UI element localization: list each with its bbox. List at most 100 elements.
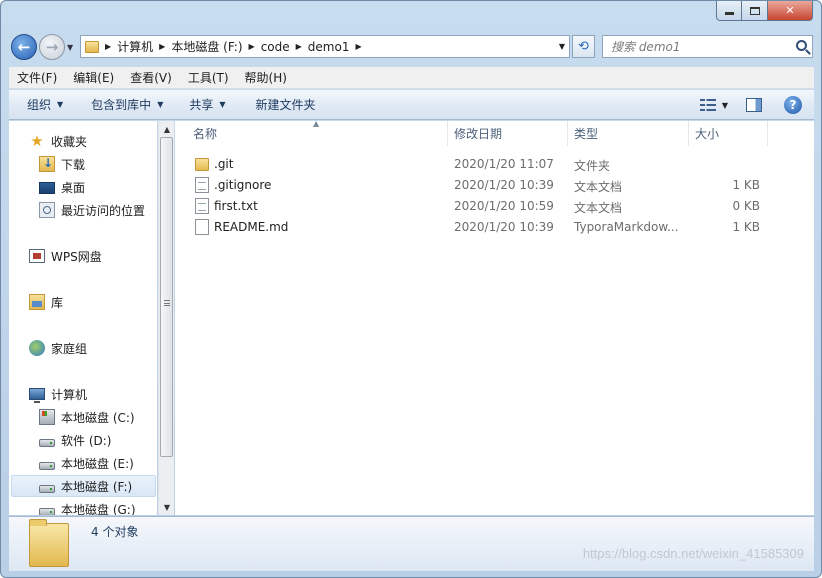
view-options-icon[interactable] (699, 99, 716, 111)
scroll-down-icon[interactable]: ▼ (159, 499, 175, 515)
watermark: https://blog.csdn.net/weixin_41585309 (582, 546, 804, 561)
file-modified: 2020/1/20 10:39 (454, 220, 554, 234)
drive-icon (39, 484, 55, 493)
nav-drive-g[interactable]: 本地磁盘 (G:) (39, 498, 136, 515)
file-row[interactable]: .git 2020/1/20 11:07 文件夹 (175, 154, 814, 175)
file-size: 1 KB (732, 220, 760, 234)
menu-help[interactable]: 帮助(H) (237, 69, 295, 86)
drive-icon (39, 438, 55, 447)
command-bar-right: ▼ ? (699, 90, 814, 120)
file-icon (195, 219, 209, 235)
nav-downloads-label: 下载 (61, 157, 86, 172)
file-name: first.txt (214, 199, 258, 213)
breadcrumb-arrow-icon[interactable]: ▶ (105, 42, 111, 51)
nav-desktop-label: 桌面 (61, 180, 86, 195)
nav-libraries[interactable]: 库 (29, 291, 63, 313)
menu-tools[interactable]: 工具(T) (180, 69, 237, 86)
recent-places-icon (39, 202, 55, 218)
breadcrumb-demo1[interactable]: demo1 (308, 40, 350, 54)
nav-drive-e-label: 本地磁盘 (E:) (61, 456, 134, 471)
file-row[interactable]: first.txt 2020/1/20 10:59 文本文档 0 KB (175, 196, 814, 217)
star-icon: ★ (30, 132, 44, 150)
search-input[interactable] (611, 39, 796, 54)
computer-icon (29, 388, 45, 403)
back-button[interactable]: ← (11, 34, 37, 60)
drive-icon (39, 507, 55, 515)
nav-downloads[interactable]: 下载 (39, 153, 85, 175)
file-name: README.md (214, 220, 289, 234)
nav-drive-f[interactable]: 本地磁盘 (F:) (11, 475, 156, 497)
item-count: 4 个对象 (91, 525, 139, 539)
file-name: .gitignore (214, 178, 272, 192)
chevron-down-icon[interactable]: ▼ (722, 101, 728, 110)
menu-file[interactable]: 文件(F) (9, 69, 65, 86)
breadcrumb-drive-f[interactable]: 本地磁盘 (F:) (171, 38, 242, 55)
column-modified-label: 修改日期 (454, 127, 503, 141)
preview-pane-icon[interactable] (746, 98, 762, 112)
file-list: 名称 ▲ 修改日期 类型 大小 .git 2020/1/20 11:07 文件夹… (175, 119, 814, 515)
nav-homegroup-label: 家庭组 (51, 341, 88, 356)
breadcrumb-arrow-icon[interactable]: ▶ (296, 42, 302, 51)
file-row[interactable]: .gitignore 2020/1/20 10:39 文本文档 1 KB (175, 175, 814, 196)
breadcrumb-arrow-icon[interactable]: ▶ (249, 42, 255, 51)
column-size[interactable]: 大小 (689, 121, 768, 146)
libraries-icon (29, 294, 45, 310)
drive-icon (39, 461, 55, 470)
nav-wps-drive[interactable]: WPS网盘 (29, 245, 102, 267)
nav-computer[interactable]: 计算机 (29, 383, 87, 405)
search-icon[interactable] (796, 40, 807, 51)
nav-computer-label: 计算机 (51, 387, 88, 402)
maximize-button[interactable] (742, 1, 768, 21)
minimize-button[interactable] (716, 1, 742, 21)
nav-drive-e[interactable]: 本地磁盘 (E:) (39, 452, 134, 474)
folder-icon (195, 158, 209, 171)
file-row[interactable]: README.md 2020/1/20 10:39 TyporaMarkdow.… (175, 217, 814, 238)
nav-recent-places[interactable]: 最近访问的位置 (39, 199, 145, 221)
file-type: TyporaMarkdow... (574, 220, 679, 234)
nav-desktop[interactable]: 桌面 (39, 176, 85, 198)
maximize-icon (749, 6, 760, 15)
breadcrumb-arrow-icon[interactable]: ▶ (159, 42, 165, 51)
nav-drive-c[interactable]: 本地磁盘 (C:) (39, 406, 135, 428)
nav-recent-label: 最近访问的位置 (61, 203, 146, 218)
nav-scrollbar[interactable]: ▲ ▼ (158, 121, 174, 515)
column-type[interactable]: 类型 (568, 121, 689, 146)
address-dropdown-icon[interactable]: ▼ (559, 42, 565, 51)
homegroup-icon (29, 340, 45, 356)
nav-wps-label: WPS网盘 (51, 249, 102, 264)
nav-drive-g-label: 本地磁盘 (G:) (61, 502, 136, 516)
scroll-thumb[interactable] (160, 137, 173, 457)
file-modified: 2020/1/20 11:07 (454, 157, 554, 171)
breadcrumb-computer[interactable]: 计算机 (117, 38, 153, 55)
breadcrumb-arrow-icon[interactable]: ▶ (355, 42, 361, 51)
scroll-up-icon[interactable]: ▲ (159, 121, 175, 137)
nav-libraries-label: 库 (51, 295, 64, 310)
nav-homegroup[interactable]: 家庭组 (29, 337, 87, 359)
help-icon[interactable]: ? (784, 96, 802, 114)
forward-button[interactable]: → (39, 34, 65, 60)
column-modified[interactable]: 修改日期 (448, 121, 568, 146)
new-folder-label: 新建文件夹 (255, 98, 316, 112)
recent-pages-dropdown[interactable]: ▼ (67, 43, 73, 52)
include-in-library-label: 包含到库中 (91, 98, 152, 112)
file-modified: 2020/1/20 10:39 (454, 178, 554, 192)
nav-drive-c-label: 本地磁盘 (C:) (61, 410, 135, 425)
file-size: 0 KB (732, 199, 760, 213)
organize-button[interactable]: 组织 ▼ (9, 96, 73, 113)
breadcrumb-code[interactable]: code (261, 40, 290, 54)
share-button[interactable]: 共享 ▼ (173, 96, 235, 113)
nav-favorites[interactable]: ★ 收藏夹 (29, 130, 87, 152)
chevron-down-icon: ▼ (157, 100, 164, 109)
new-folder-button[interactable]: 新建文件夹 (236, 96, 326, 113)
chevron-down-icon: ▼ (57, 100, 64, 109)
nav-drive-d[interactable]: 软件 (D:) (39, 429, 111, 451)
downloads-icon (39, 156, 55, 172)
address-bar[interactable]: ▶ 计算机 ▶ 本地磁盘 (F:) ▶ code ▶ demo1 ▶ ▼ (80, 35, 570, 58)
include-in-library-button[interactable]: 包含到库中 ▼ (73, 96, 173, 113)
menu-view[interactable]: 查看(V) (122, 69, 180, 86)
search-box[interactable] (602, 35, 813, 58)
refresh-button[interactable]: ⟲ (572, 35, 595, 58)
close-button[interactable]: ✕ (768, 1, 813, 21)
column-name[interactable]: 名称 ▲ (175, 119, 448, 146)
menu-edit[interactable]: 编辑(E) (65, 69, 122, 86)
